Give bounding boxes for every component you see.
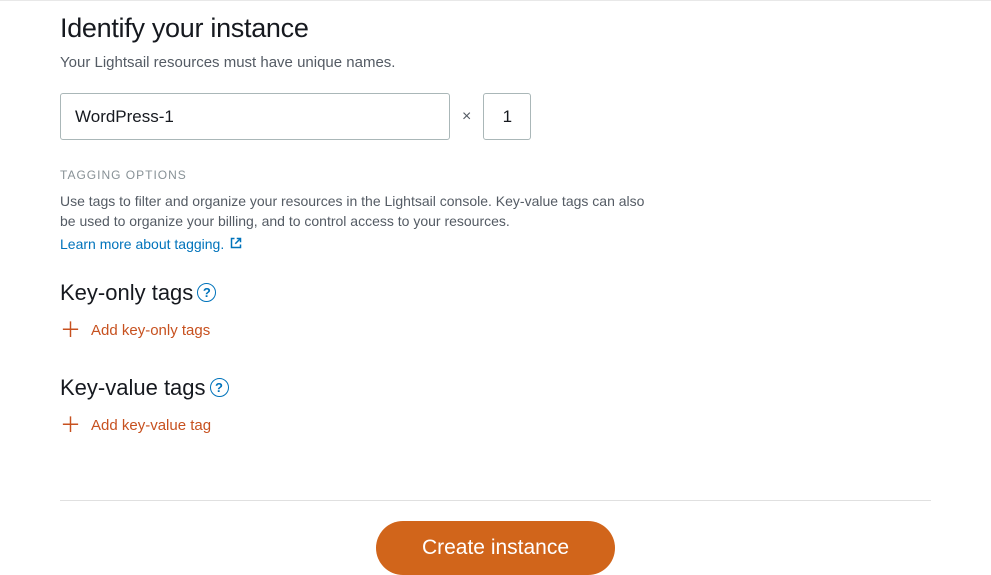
instance-name-input[interactable] — [60, 93, 450, 140]
plus-icon: ＋ — [60, 320, 81, 341]
add-key-value-label: Add key-value tag — [91, 417, 211, 434]
actions-row: Create instance — [60, 521, 931, 575]
add-key-value-tag-button[interactable]: ＋ Add key-value tag — [60, 415, 211, 436]
learn-more-text: Learn more about tagging. — [60, 236, 224, 252]
plus-icon: ＋ — [60, 415, 81, 436]
tagging-description: Use tags to filter and organize your res… — [60, 192, 660, 231]
key-only-tags-heading: Key-only tags ? — [60, 280, 931, 306]
add-key-only-tags-button[interactable]: ＋ Add key-only tags — [60, 320, 210, 341]
instance-count-input[interactable] — [483, 93, 531, 140]
add-key-only-label: Add key-only tags — [91, 322, 210, 339]
page-subtitle: Your Lightsail resources must have uniqu… — [60, 54, 931, 71]
tagging-options-label: TAGGING OPTIONS — [60, 168, 931, 182]
multiply-icon: × — [460, 108, 473, 126]
help-icon[interactable]: ? — [210, 378, 229, 397]
instance-name-row: × — [60, 93, 931, 140]
section-divider — [60, 500, 931, 501]
key-value-tags-heading: Key-value tags ? — [60, 375, 931, 401]
page-title: Identify your instance — [60, 13, 931, 44]
key-value-tags-title: Key-value tags — [60, 375, 206, 401]
external-link-icon — [230, 236, 242, 252]
key-only-tags-title: Key-only tags — [60, 280, 193, 306]
create-instance-form: Identify your instance Your Lightsail re… — [0, 1, 991, 575]
learn-more-tagging-link[interactable]: Learn more about tagging. — [60, 236, 242, 252]
help-icon[interactable]: ? — [197, 283, 216, 302]
create-instance-button[interactable]: Create instance — [376, 521, 615, 575]
